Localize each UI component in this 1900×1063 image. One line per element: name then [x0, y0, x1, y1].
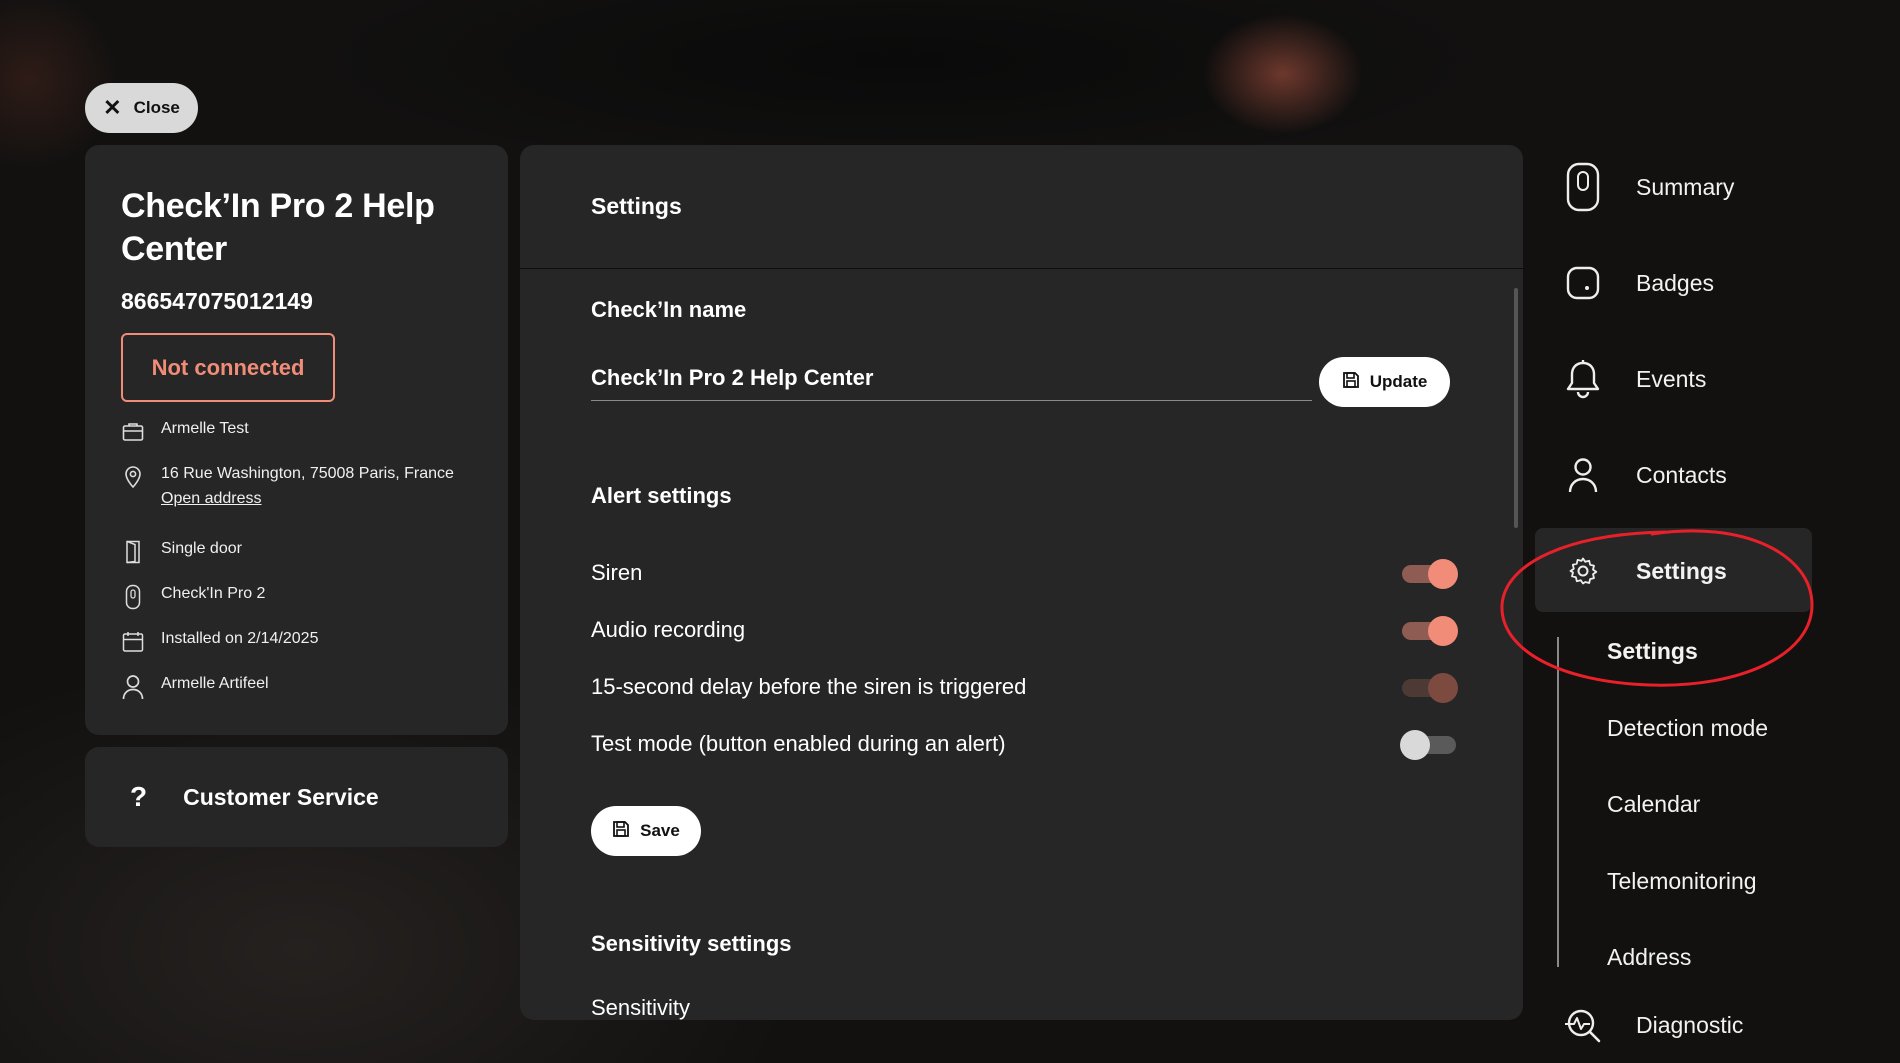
- installed-row: Installed on 2/14/2025: [121, 630, 318, 654]
- device-title: Check’In Pro 2 Help Center: [121, 187, 435, 268]
- subnav-item-telemonitoring[interactable]: Telemonitoring: [1607, 868, 1757, 895]
- nav-label: Events: [1636, 365, 1707, 392]
- door-type-row: Single door: [121, 540, 242, 564]
- audio-recording-toggle[interactable]: [1402, 616, 1458, 646]
- device-info-card: Check’In Pro 2 Help Center 8665470750121…: [85, 145, 508, 735]
- panel-scrollbar[interactable]: [1514, 288, 1518, 528]
- toggle-label: Siren: [591, 560, 643, 585]
- checkin-name-input[interactable]: Check’In Pro 2 Help Center: [591, 360, 1312, 401]
- close-button[interactable]: ✕ Close: [85, 83, 198, 133]
- settings-panel: Settings Check’In name Check’In Pro 2 He…: [520, 145, 1523, 1020]
- badge-icon: [1560, 258, 1606, 308]
- customer-service-label: Customer Service: [183, 783, 379, 810]
- siren-delay-toggle[interactable]: [1402, 673, 1458, 703]
- nav-label: Summary: [1636, 173, 1735, 200]
- submenu-line: [1557, 637, 1559, 967]
- installer-row: Armelle Artifeel: [121, 675, 269, 700]
- organization-row: Armelle Test: [121, 420, 249, 444]
- toggle-label: Test mode (button enabled during an aler…: [591, 731, 1006, 756]
- help-icon: ?: [130, 781, 148, 812]
- subnav-item-settings[interactable]: Settings: [1607, 638, 1698, 665]
- customer-service-button[interactable]: ? Customer Service: [85, 747, 508, 847]
- toggle-row-test-mode: Test mode (button enabled during an aler…: [591, 724, 1456, 764]
- save-button[interactable]: Save: [591, 806, 701, 856]
- diagnostic-icon: [1560, 1000, 1606, 1050]
- address-row: 16 Rue Washington, 75008 Paris, France O…: [121, 465, 454, 508]
- door-type-text: Single door: [161, 540, 242, 557]
- gear-icon: [1560, 546, 1606, 596]
- toggle-row-siren: Siren: [591, 553, 1458, 593]
- subnav-item-calendar[interactable]: Calendar: [1607, 791, 1700, 818]
- location-pin-icon: [121, 465, 145, 489]
- status-badge: Not connected: [121, 333, 335, 402]
- installer-text: Armelle Artifeel: [161, 675, 269, 692]
- nav-label: Badges: [1636, 269, 1715, 296]
- person-icon: [1560, 450, 1606, 500]
- nav-label: Settings: [1636, 557, 1727, 584]
- nav-label: Contacts: [1636, 461, 1727, 488]
- nav-label: Diagnostic: [1636, 1011, 1744, 1038]
- sensitivity-label: Sensitivity: [591, 995, 691, 1020]
- alert-settings-title: Alert settings: [591, 483, 732, 508]
- nav-item-settings[interactable]: Settings: [1560, 546, 1727, 596]
- nav-item-events[interactable]: Events: [1560, 354, 1706, 404]
- device-icon: [121, 584, 145, 610]
- save-label: Save: [640, 821, 680, 840]
- floppy-disk-icon: [1342, 371, 1360, 394]
- checkin-name-title: Check’In name: [591, 297, 747, 322]
- briefcase-icon: [121, 420, 145, 444]
- device-serial: 866547075012149: [121, 288, 313, 314]
- nav-item-diagnostic[interactable]: Diagnostic: [1560, 1000, 1743, 1050]
- siren-toggle[interactable]: [1402, 559, 1458, 589]
- toggle-row-delay: 15-second delay before the siren is trig…: [591, 667, 1458, 707]
- toggle-row-audio: Audio recording: [591, 610, 1458, 650]
- close-icon: ✕: [103, 95, 122, 120]
- model-row: Check'In Pro 2: [121, 584, 266, 610]
- close-label: Close: [133, 98, 180, 117]
- nav-item-contacts[interactable]: Contacts: [1560, 450, 1727, 500]
- nav-item-badges[interactable]: Badges: [1560, 258, 1714, 308]
- toggle-label: 15-second delay before the siren is trig…: [591, 674, 1027, 699]
- subnav-item-address[interactable]: Address: [1607, 944, 1691, 971]
- panel-header: Settings: [520, 145, 1523, 269]
- update-label: Update: [1369, 372, 1428, 391]
- sensitivity-settings-title: Sensitivity settings: [591, 931, 792, 956]
- update-button[interactable]: Update: [1319, 357, 1450, 407]
- calendar-icon: [121, 630, 145, 654]
- nav-item-summary[interactable]: Summary: [1560, 162, 1734, 212]
- door-icon: [121, 540, 145, 564]
- toggle-label: Audio recording: [591, 617, 746, 642]
- address-text: 16 Rue Washington, 75008 Paris, France: [161, 465, 454, 482]
- organization-text: Armelle Test: [161, 420, 249, 437]
- open-address-link[interactable]: Open address: [161, 490, 454, 508]
- checkin-name-value: Check’In Pro 2 Help Center: [591, 365, 874, 390]
- test-mode-toggle[interactable]: [1400, 730, 1456, 760]
- floppy-disk-icon: [612, 820, 630, 843]
- installed-text: Installed on 2/14/2025: [161, 630, 319, 647]
- device-icon: [1560, 162, 1606, 212]
- subnav-item-detection-mode[interactable]: Detection mode: [1607, 715, 1768, 742]
- model-text: Check'In Pro 2: [161, 585, 266, 602]
- person-icon: [121, 675, 145, 700]
- bell-icon: [1560, 354, 1606, 404]
